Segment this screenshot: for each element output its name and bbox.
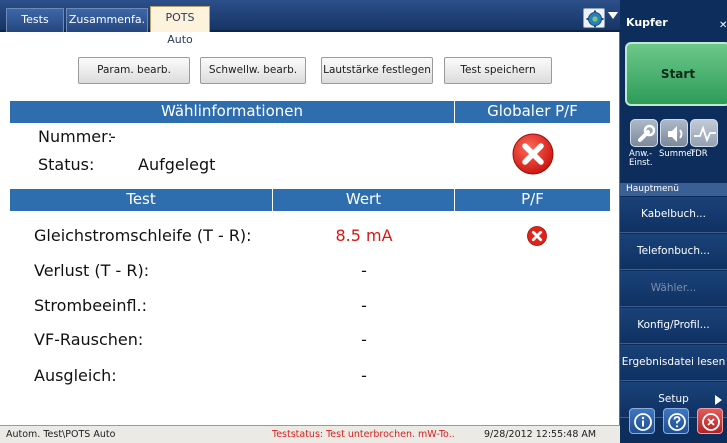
dial-info-header: Wählinformationen bbox=[10, 101, 454, 123]
row-label-loss: Verlust (T - R): bbox=[34, 261, 150, 280]
speaker-icon[interactable] bbox=[660, 119, 688, 147]
edit-parameters-button[interactable]: Param. bearb. bbox=[78, 57, 190, 84]
number-label: Nummer: bbox=[38, 127, 113, 146]
column-header-test: Test bbox=[10, 189, 272, 211]
row-label-power-influence: Strombeeinfl.: bbox=[34, 296, 148, 315]
chevron-down-icon[interactable] bbox=[608, 12, 618, 19]
tab-pots-auto[interactable]: POTS Auto bbox=[150, 6, 210, 46]
exit-icon[interactable] bbox=[697, 408, 723, 434]
row-value-dc-loop: 8.5 mA bbox=[335, 226, 393, 245]
test-status-message: Teststatus: Test unterbrochen. mW-To.. bbox=[272, 429, 455, 440]
panel-title: Kupfer bbox=[626, 16, 668, 29]
row-label-balance: Ausgleich: bbox=[34, 366, 117, 385]
status-label: Status: bbox=[38, 155, 95, 174]
tab-bar: Tests Zusammenfa. POTS Auto bbox=[0, 0, 620, 46]
row-value-balance: - bbox=[361, 366, 367, 385]
tool-label-app-settings-text: Anw.- Einst. bbox=[629, 149, 653, 168]
row-value-power-influence: - bbox=[361, 296, 367, 315]
number-value: - bbox=[110, 127, 116, 146]
main-menu-label: Hauptmenü bbox=[620, 183, 727, 196]
row-fail-icon bbox=[527, 226, 547, 246]
global-pf-header: Globaler P/F bbox=[454, 101, 610, 123]
menu-config-profile[interactable]: Konfig/Profil... bbox=[620, 308, 727, 344]
row-label-dc-loop: Gleichstromschleife (T - R): bbox=[34, 226, 252, 245]
menu-read-results-file[interactable]: Ergebnisdatei lesen bbox=[620, 345, 727, 381]
status-bar: Autom. Test\POTS Auto Teststatus: Test u… bbox=[0, 425, 620, 443]
menu-cable-book[interactable]: Kabelbuch... bbox=[620, 197, 727, 233]
right-panel: Kupfer ✕ Start Anw.- Einst. Summer TDR H… bbox=[620, 0, 727, 443]
global-fail-icon bbox=[512, 133, 554, 175]
row-label-vf-noise: VF-Rauschen: bbox=[34, 330, 144, 349]
tab-tests[interactable]: Tests bbox=[6, 8, 64, 32]
column-header-pf: P/F bbox=[454, 189, 610, 211]
help-icon[interactable] bbox=[663, 408, 689, 434]
menu-phone-book[interactable]: Telefonbuch... bbox=[620, 234, 727, 270]
edit-thresholds-button[interactable]: Schwellw. bearb. bbox=[200, 57, 306, 84]
row-value-loss: - bbox=[361, 261, 367, 280]
set-volume-button[interactable]: Lautstärke festlegen bbox=[321, 57, 433, 84]
start-button[interactable]: Start bbox=[625, 42, 727, 106]
tool-label-tdr: TDR bbox=[690, 149, 708, 159]
row-value-vf-noise: - bbox=[361, 330, 367, 349]
waveform-icon[interactable] bbox=[690, 119, 718, 147]
column-header-value: Wert bbox=[272, 189, 454, 211]
chevron-right-icon bbox=[715, 395, 722, 405]
status-path: Autom. Test\POTS Auto bbox=[6, 429, 116, 440]
gear-icon[interactable] bbox=[583, 8, 605, 28]
save-test-button[interactable]: Test speichern bbox=[444, 57, 552, 84]
wrench-icon[interactable] bbox=[630, 119, 658, 147]
tab-summary[interactable]: Zusammenfa. bbox=[66, 8, 148, 32]
status-value: Aufgelegt bbox=[138, 155, 216, 174]
menu-dialer[interactable]: Wähler... bbox=[620, 271, 727, 307]
panel-close-icon[interactable]: ✕ bbox=[719, 20, 727, 31]
info-icon[interactable] bbox=[629, 408, 655, 434]
status-datetime: 9/28/2012 12:55:48 AM bbox=[484, 429, 597, 440]
tool-label-app-settings: Anw.- Einst. bbox=[629, 150, 653, 168]
main-area: Tests Zusammenfa. POTS Auto Param. bearb… bbox=[0, 0, 620, 443]
